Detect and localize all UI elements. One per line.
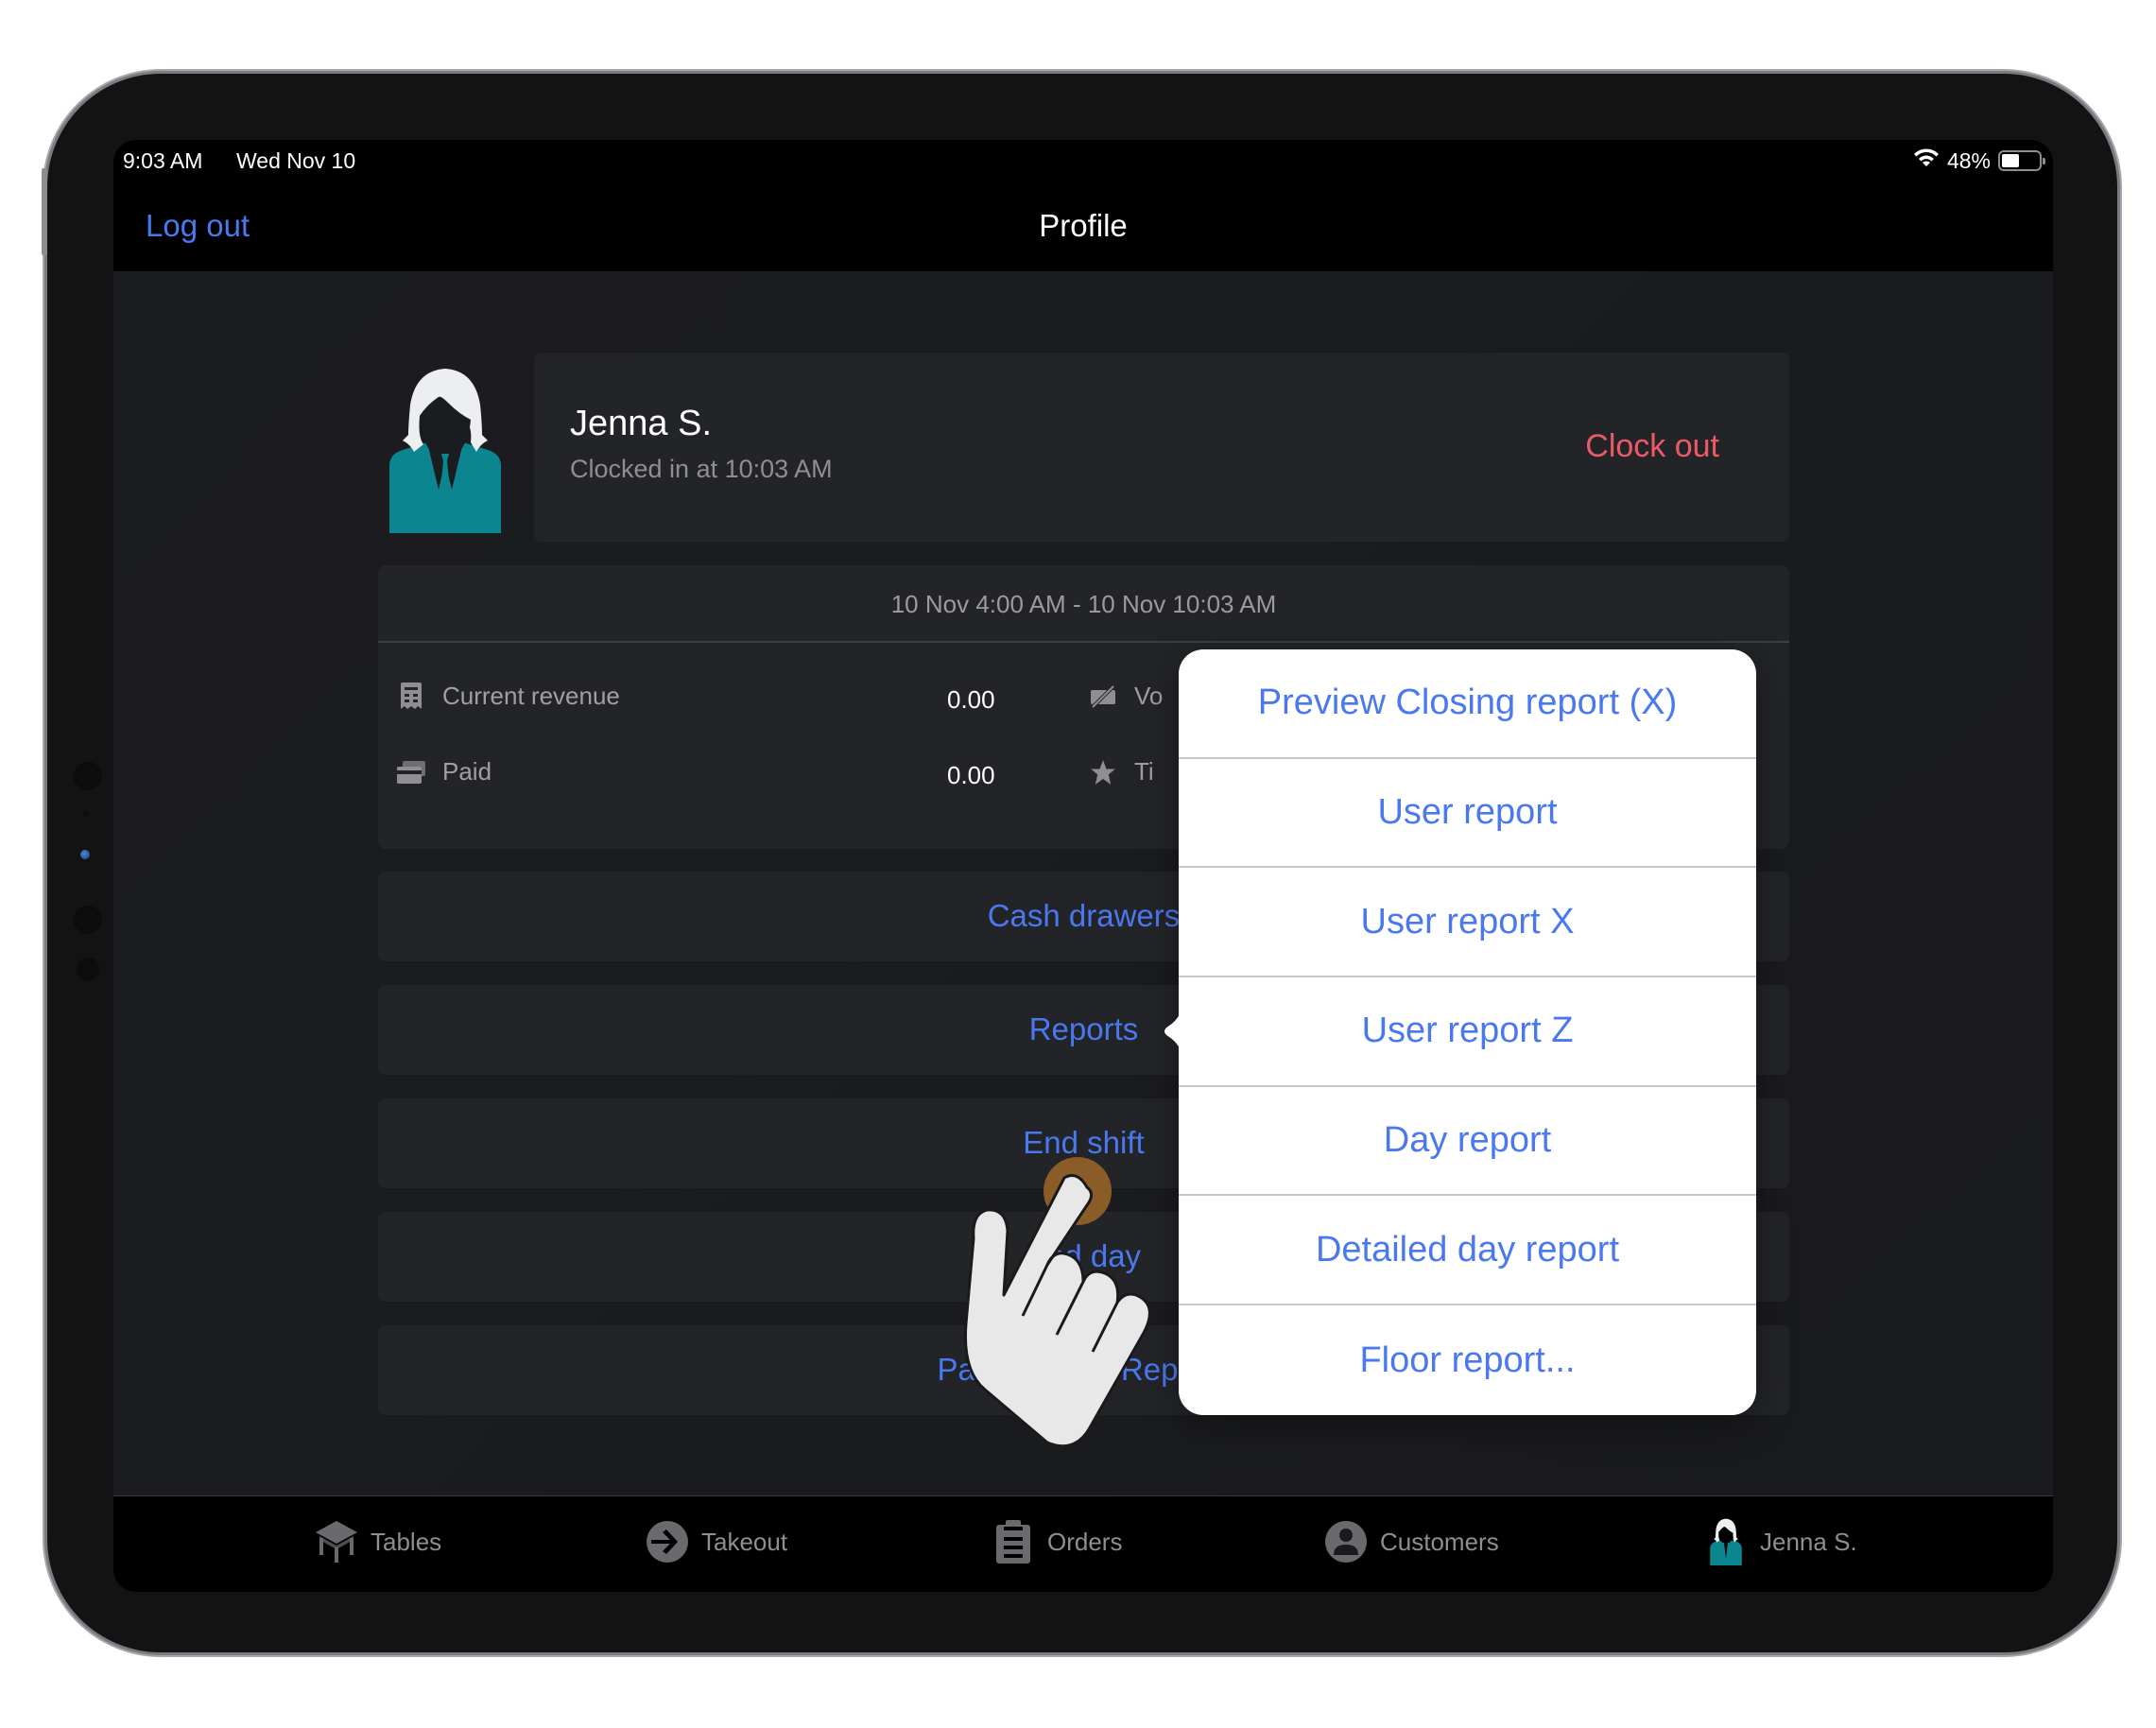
star-icon — [1089, 758, 1117, 786]
menu-item-user-report[interactable]: User report — [1179, 759, 1756, 869]
stat-value-paid: 0.00 — [947, 761, 995, 789]
clock-in-status: Clocked in at 10:03 AM — [570, 455, 833, 483]
status-indicators: 48% — [1913, 147, 2045, 174]
tab-orders[interactable]: Orders — [991, 1519, 1122, 1564]
stat-row-voids: Vo — [1089, 682, 1163, 711]
navigation-bar: Log out Profile — [113, 181, 2053, 271]
wifi-icon — [1913, 147, 1940, 174]
menu-item-user-report-x[interactable]: User report X — [1179, 868, 1756, 978]
tab-customers[interactable]: Customers — [1323, 1519, 1499, 1564]
battery-percent: 48% — [1946, 147, 1991, 173]
divider — [378, 641, 1789, 643]
user-avatar-icon — [389, 369, 501, 533]
tab-takeout[interactable]: Takeout — [645, 1519, 787, 1564]
menu-item-detailed-day-report[interactable]: Detailed day report — [1179, 1197, 1756, 1306]
sensor — [83, 811, 89, 817]
stat-row-tips: Ti — [1089, 757, 1154, 786]
menu-item-day-report[interactable]: Day report — [1179, 1087, 1756, 1197]
stat-row-paid: Paid — [397, 757, 492, 786]
battery-icon — [1998, 150, 2045, 171]
stat-label: Vo — [1134, 682, 1164, 710]
sensor — [74, 906, 102, 934]
menu-item-label: User report X — [1360, 901, 1575, 942]
menu-item-label: Day report — [1383, 1120, 1552, 1161]
receipt-icon — [397, 682, 425, 711]
tab-label: Customers — [1380, 1527, 1499, 1556]
status-time: 9:03 AM — [123, 148, 203, 173]
sensor — [74, 762, 102, 790]
page-title: Profile — [1039, 208, 1128, 243]
user-avatar-icon — [1703, 1518, 1749, 1565]
status-date: Wed Nov 10 — [236, 148, 356, 173]
menu-item-preview-closing-report[interactable]: Preview Closing report (X) — [1179, 649, 1756, 759]
battery-level — [2002, 154, 2020, 167]
reports-popover-menu: Preview Closing report (X) User report U… — [1164, 649, 1756, 1415]
clock-out-button[interactable]: Clock out — [1585, 428, 1719, 465]
side-button — [42, 168, 47, 255]
sensor — [77, 958, 99, 980]
stat-label: Ti — [1134, 757, 1154, 786]
menu-item-user-report-z[interactable]: User report Z — [1179, 977, 1756, 1087]
menu-item-label: User report — [1377, 792, 1558, 833]
clipboard-icon — [991, 1519, 1036, 1564]
menu-item-label: Floor report... — [1359, 1339, 1576, 1380]
status-bar: 9:03 AM Wed Nov 10 48% — [113, 140, 2053, 181]
front-camera — [80, 850, 90, 859]
tab-label: Jenna S. — [1760, 1527, 1857, 1556]
menu-item-label: Detailed day report — [1315, 1229, 1620, 1270]
shift-date-range: 10 Nov 4:00 AM - 10 Nov 10:03 AM — [890, 590, 1277, 618]
menu-item-floor-report[interactable]: Floor report... — [1179, 1305, 1756, 1415]
tab-profile[interactable]: Jenna S. — [1703, 1518, 1857, 1565]
arrow-circle-icon — [645, 1519, 690, 1564]
tab-tables[interactable]: Tables — [314, 1519, 441, 1564]
menu-item-label: User report Z — [1361, 1011, 1574, 1051]
tab-label: Tables — [371, 1527, 442, 1556]
cards-icon — [397, 758, 425, 786]
menu-item-label: Preview Closing report (X) — [1257, 683, 1678, 723]
screen: 9:03 AM Wed Nov 10 48% Log out Profile J… — [113, 140, 2053, 1592]
table-icon — [314, 1519, 359, 1564]
employee-name: Jenna S. — [570, 404, 712, 443]
void-ticket-icon — [1089, 683, 1117, 711]
profile-card: Jenna S. Clocked in at 10:03 AM Clock ou… — [534, 353, 1789, 542]
tab-bar: Tables Takeout Orders Customers Jenna S. — [113, 1495, 2053, 1592]
stat-row-current-revenue: Current revenue — [397, 682, 620, 711]
person-circle-icon — [1323, 1519, 1369, 1564]
stat-value-current-revenue: 0.00 — [947, 685, 995, 714]
tab-label: Takeout — [701, 1527, 788, 1556]
tab-label: Orders — [1047, 1527, 1123, 1556]
stat-label: Paid — [442, 757, 492, 786]
stat-label: Current revenue — [442, 682, 620, 710]
